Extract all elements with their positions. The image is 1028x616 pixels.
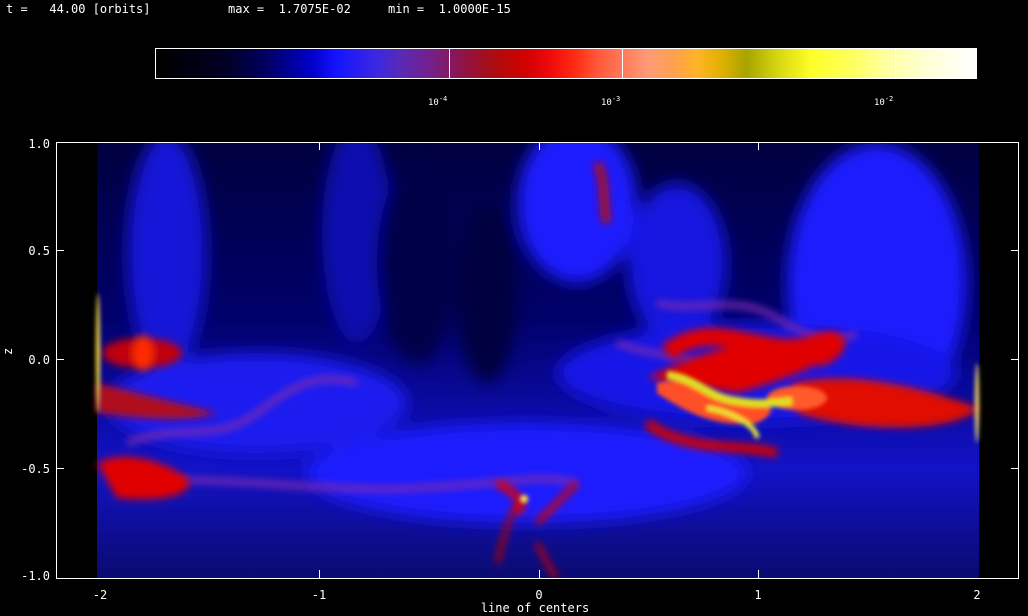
colorbar-tick: [449, 49, 450, 78]
x-tick-mark: [539, 570, 540, 578]
density-field-svg: [57, 143, 1018, 578]
y-tick-mark: [1011, 250, 1019, 251]
y-tick-label: -1.0: [21, 569, 50, 583]
x-tick-mark: [758, 142, 759, 150]
y-tick-mark: [56, 359, 64, 360]
y-tick-label: 1.0: [28, 137, 50, 151]
x-tick-mark: [758, 570, 759, 578]
x-tick-label: -1: [311, 588, 327, 602]
colorbar-tick: [895, 49, 896, 78]
min-readout: min = 1.0000E-15: [388, 2, 511, 16]
y-tick-mark: [56, 468, 64, 469]
y-tick-mark: [56, 250, 64, 251]
colorbar-tick: [622, 49, 623, 78]
y-axis-label: z: [1, 347, 15, 355]
y-tick-label: 0.5: [28, 244, 50, 258]
colorbar: [155, 48, 977, 79]
colorbar-label: 10-3: [601, 95, 621, 108]
y-tick-label: -0.5: [21, 462, 50, 476]
colorbar-label: 10-2: [874, 95, 894, 108]
max-readout: max = 1.7075E-02: [228, 2, 351, 16]
x-tick-label: 0: [535, 588, 543, 602]
x-axis-label: line of centers: [480, 601, 590, 615]
x-tick-mark: [319, 142, 320, 150]
x-tick-label: 1: [754, 588, 762, 602]
y-tick-label: 0.0: [28, 353, 50, 367]
x-tick-mark: [539, 142, 540, 150]
plot-window: t = 44.00 [orbits] max = 1.7075E-02 min …: [0, 0, 1028, 616]
x-tick-label: 2: [973, 588, 981, 602]
density-field-image: [56, 142, 1019, 579]
y-tick-mark: [1011, 468, 1019, 469]
colorbar-label: 10-4: [428, 95, 448, 108]
x-tick-label: -2: [92, 588, 108, 602]
x-tick-mark: [319, 570, 320, 578]
y-tick-mark: [1011, 359, 1019, 360]
time-readout: t = 44.00 [orbits]: [6, 2, 151, 16]
